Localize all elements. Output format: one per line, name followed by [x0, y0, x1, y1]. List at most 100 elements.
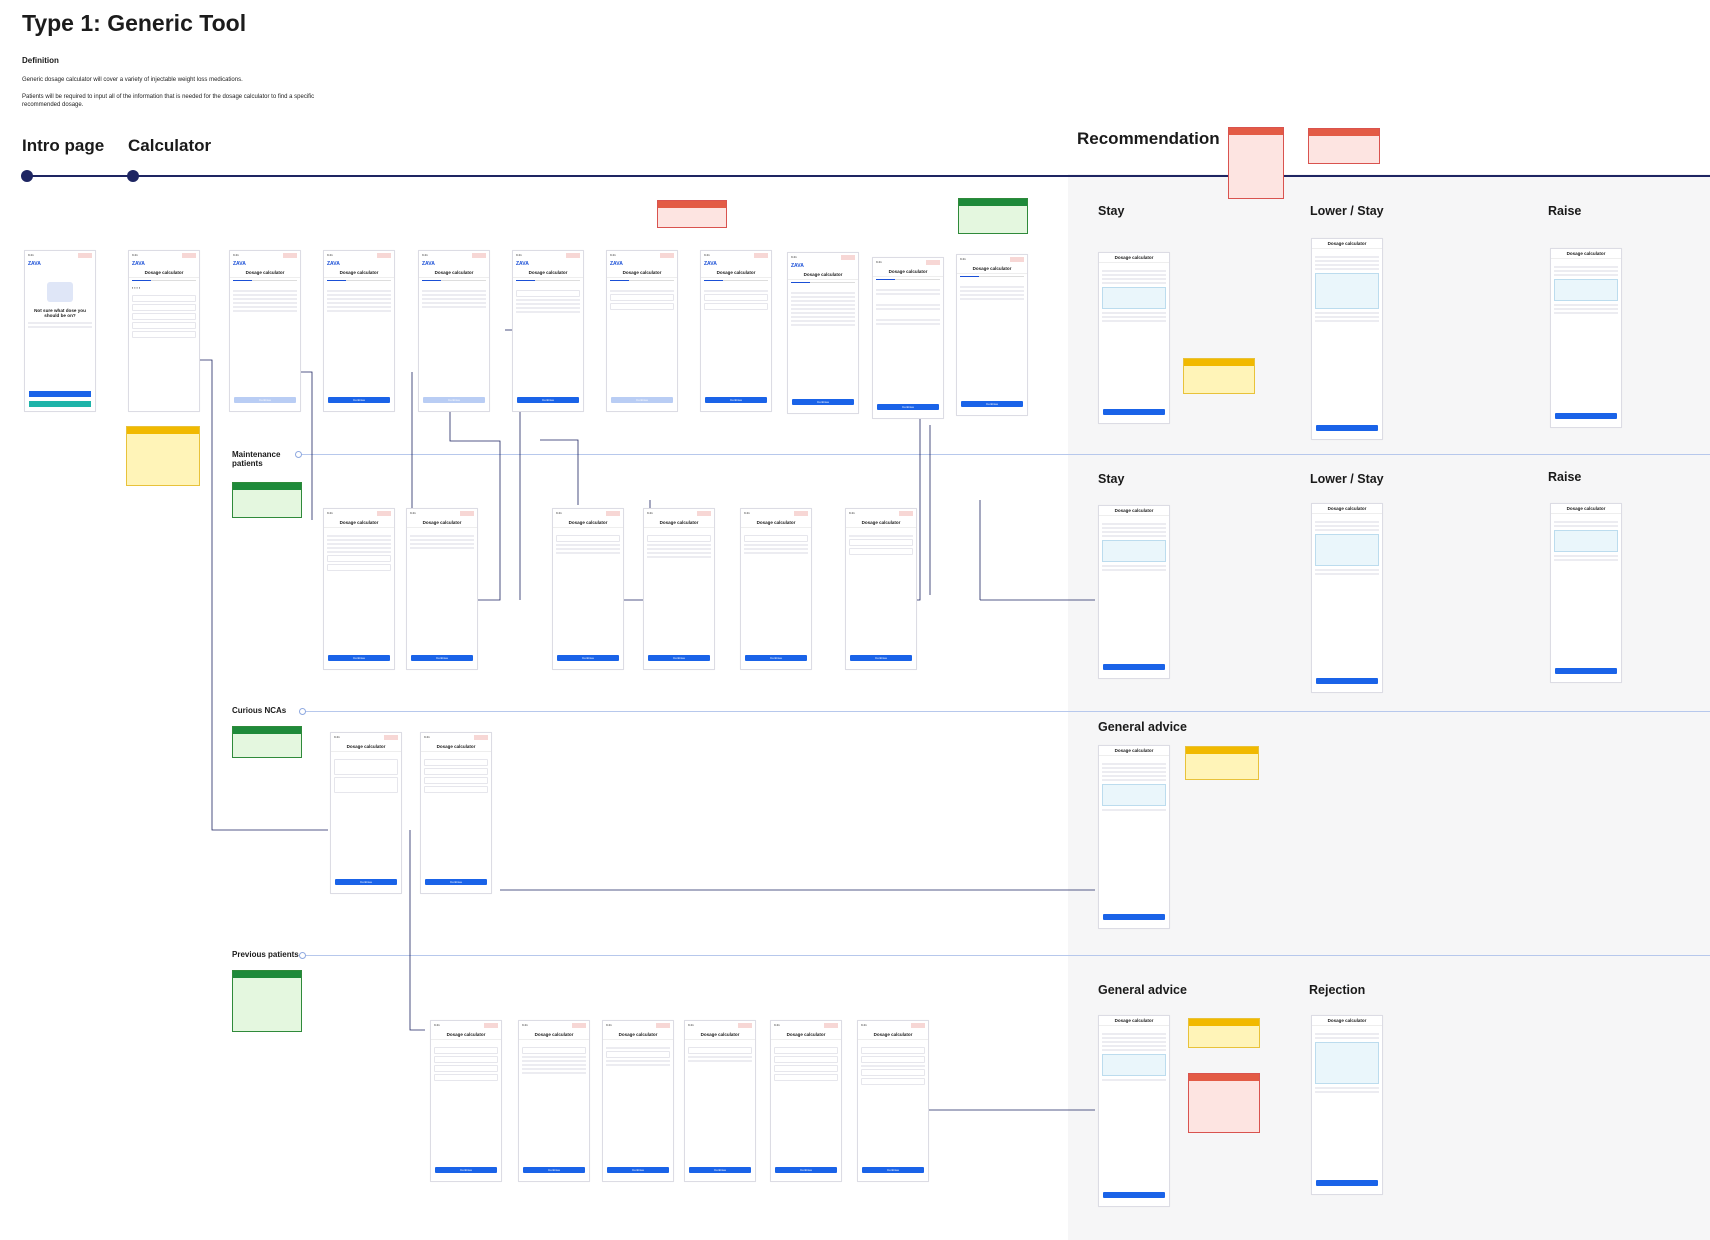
screen-calculator-step: 9:41 ZAVA Dosage calculator Continue	[787, 252, 859, 414]
intro-primary-button[interactable]	[29, 391, 91, 397]
note-green	[232, 970, 302, 1032]
note-red	[1228, 127, 1284, 199]
screen-header: Dosage calculator	[858, 1030, 928, 1040]
brand-logo: ZAVA	[28, 261, 41, 267]
screen-header: Dosage calculator	[1312, 239, 1382, 249]
recommendation-button[interactable]	[1555, 668, 1617, 674]
screen-calculator-step: 9:41 Dosage calculator Continue	[956, 254, 1028, 416]
screen-header: Dosage calculator	[331, 742, 401, 752]
screen-header: Dosage calculator	[685, 1030, 755, 1040]
intro-secondary-button[interactable]	[29, 401, 91, 407]
brand-logo: ZAVA	[233, 261, 246, 267]
option[interactable]	[132, 304, 196, 311]
screen-header: Dosage calculator	[1312, 504, 1382, 514]
continue-button[interactable]: Continue	[435, 1167, 497, 1173]
screen-recommendation-raise-maintenance: Dosage calculator	[1550, 503, 1622, 683]
continue-button[interactable]: Continue	[425, 879, 487, 885]
note-yellow	[1183, 358, 1255, 394]
continue-button[interactable]: Continue	[328, 655, 390, 661]
continue-button[interactable]: Continue	[411, 655, 473, 661]
continue-button[interactable]: Continue	[523, 1167, 585, 1173]
screen-previous-step: 9:41 Dosage calculator Continue	[857, 1020, 929, 1182]
continue-button[interactable]: Continue	[775, 1167, 837, 1173]
screen-curious-step: 9:41 Dosage calculator Continue	[330, 732, 402, 894]
screen-header: Dosage calculator	[1099, 1016, 1169, 1026]
screen-maintenance-step: 9:41 Dosage calculator Continue	[845, 508, 917, 670]
brand-logo: ZAVA	[791, 263, 804, 269]
note-yellow	[1185, 746, 1259, 780]
screen-maintenance-step: 9:41 Dosage calculator Continue	[406, 508, 478, 670]
screen-calculator-medication: 9:41 ZAVA Dosage calculator ▪ ▪ ▪ ▪	[128, 250, 200, 412]
question-text: ▪ ▪ ▪ ▪	[132, 286, 141, 290]
note-yellow	[126, 426, 200, 486]
continue-button[interactable]: Continue	[611, 397, 673, 403]
continue-button[interactable]: Continue	[792, 399, 854, 405]
continue-button[interactable]: Continue	[705, 397, 767, 403]
continue-button[interactable]: Continue	[850, 655, 912, 661]
screen-curious-step: 9:41 Dosage calculator Continue	[420, 732, 492, 894]
screen-header: Dosage calculator	[771, 1030, 841, 1040]
continue-button[interactable]: Continue	[961, 401, 1023, 407]
screen-header: Dosage calculator	[324, 518, 394, 528]
screen-general-advice-previous: Dosage calculator	[1098, 1015, 1170, 1207]
screen-header: Dosage calculator	[1099, 746, 1169, 756]
screen-maintenance-step: 9:41 Dosage calculator Continue	[323, 508, 395, 670]
screen-header: Dosage calculator	[788, 270, 858, 280]
screen-maintenance-step: 9:41 Dosage calculator Continue	[552, 508, 624, 670]
recommendation-button[interactable]	[1103, 1192, 1165, 1198]
note-green	[958, 198, 1028, 234]
screen-intro: 9:41 ZAVA Not sure what dose you should …	[24, 250, 96, 412]
brand-logo: ZAVA	[132, 261, 145, 267]
continue-button[interactable]: Continue	[517, 397, 579, 403]
note-red	[1308, 128, 1380, 164]
continue-button[interactable]: Continue	[423, 397, 485, 403]
screen-calculator-step: 9:41 ZAVA Dosage calculator Continue	[512, 250, 584, 412]
brand-logo: ZAVA	[422, 261, 435, 267]
screen-header: Dosage calculator	[1312, 1016, 1382, 1026]
screen-header: Dosage calculator	[407, 518, 477, 528]
recommendation-button[interactable]	[1555, 413, 1617, 419]
continue-button[interactable]: Continue	[607, 1167, 669, 1173]
screen-header: Dosage calculator	[1099, 506, 1169, 516]
brand-logo: ZAVA	[704, 261, 717, 267]
continue-button[interactable]: Continue	[689, 1167, 751, 1173]
continue-button[interactable]: Continue	[862, 1167, 924, 1173]
screen-maintenance-step: 9:41 Dosage calculator Continue	[740, 508, 812, 670]
screen-general-advice: Dosage calculator	[1098, 745, 1170, 929]
screen-header: Dosage calculator	[129, 268, 199, 278]
screen-header: Dosage calculator	[1099, 253, 1169, 263]
screen-calculator-step: 9:41 ZAVA Dosage calculator Continue	[606, 250, 678, 412]
option[interactable]	[132, 322, 196, 329]
recommendation-button[interactable]	[1316, 1180, 1378, 1186]
continue-button[interactable]: Continue	[745, 655, 807, 661]
illustration-icon	[47, 282, 73, 302]
recommendation-button[interactable]	[1316, 425, 1378, 431]
recommendation-button[interactable]	[1103, 664, 1165, 670]
screen-header: Dosage calculator	[324, 268, 394, 278]
recommendation-button[interactable]	[1103, 914, 1165, 920]
option[interactable]	[132, 313, 196, 320]
continue-button[interactable]: Continue	[877, 404, 939, 410]
screen-recommendation-lower-stay-maintenance: Dosage calculator	[1311, 503, 1383, 693]
option[interactable]	[132, 331, 196, 338]
continue-button[interactable]: Continue	[335, 879, 397, 885]
recommendation-button[interactable]	[1316, 678, 1378, 684]
screen-recommendation-lower-stay: Dosage calculator	[1311, 238, 1383, 440]
continue-button[interactable]: Continue	[234, 397, 296, 403]
screen-header: Dosage calculator	[519, 1030, 589, 1040]
screen-calculator-step: 9:41 ZAVA Dosage calculator Continue	[323, 250, 395, 412]
screen-calculator-step: 9:41 ZAVA Dosage calculator Continue	[229, 250, 301, 412]
continue-button[interactable]: Continue	[648, 655, 710, 661]
screen-previous-step: 9:41 Dosage calculator Continue	[518, 1020, 590, 1182]
screen-calculator-step: 9:41 ZAVA Dosage calculator Continue	[700, 250, 772, 412]
option[interactable]	[132, 295, 196, 302]
continue-button[interactable]: Continue	[328, 397, 390, 403]
recommendation-button[interactable]	[1103, 409, 1165, 415]
screen-rejection: Dosage calculator	[1311, 1015, 1383, 1195]
screen-header: Dosage calculator	[513, 268, 583, 278]
screen-header: Dosage calculator	[419, 268, 489, 278]
continue-button[interactable]: Continue	[557, 655, 619, 661]
note-green	[232, 482, 302, 518]
screen-header: Dosage calculator	[553, 518, 623, 528]
screen-previous-step: 9:41 Dosage calculator Continue	[602, 1020, 674, 1182]
